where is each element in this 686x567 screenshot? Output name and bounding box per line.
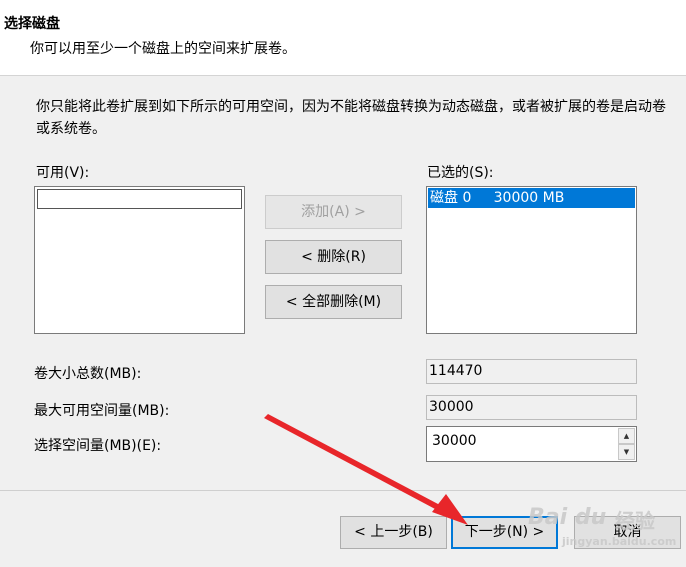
select-space-value[interactable]: 30000 (432, 433, 477, 449)
back-button[interactable]: < 上一步(B) (340, 516, 447, 549)
total-size-field: 114470 (426, 359, 637, 384)
available-listbox[interactable] (34, 186, 245, 334)
available-label: 可用(V): (36, 165, 90, 181)
max-space-field: 30000 (426, 395, 637, 420)
wizard-header: 选择磁盘 你可以用至少一个磁盘上的空间来扩展卷。 (0, 0, 686, 76)
total-size-label: 卷大小总数(MB): (34, 366, 142, 382)
disk-size: 30000 MB (493, 190, 565, 206)
watermark-text: 经验 (615, 509, 655, 533)
selected-label: 已选的(S): (427, 165, 494, 181)
selected-disk-item[interactable]: 磁盘 0 30000 MB (428, 188, 635, 208)
page-title: 选择磁盘 (4, 16, 60, 32)
spin-down-icon[interactable]: ▼ (618, 444, 635, 460)
selected-listbox[interactable]: 磁盘 0 30000 MB (426, 186, 637, 334)
remove-button[interactable]: < 删除(R) (265, 240, 402, 274)
select-space-spinbox[interactable]: 30000 ▲ ▼ (426, 426, 637, 462)
add-button[interactable]: 添加(A) > (265, 195, 402, 229)
watermark: Bai du 经验 jingyan.baidu.com (520, 505, 685, 560)
select-space-label: 选择空间量(MB)(E): (34, 438, 162, 454)
watermark-url: jingyan.baidu.com (562, 535, 677, 548)
watermark-logo: Bai du (528, 505, 607, 530)
spin-up-icon[interactable]: ▲ (618, 428, 635, 444)
description-text: 你只能将此卷扩展到如下所示的可用空间，因为不能将磁盘转换为动态磁盘，或者被扩展的… (36, 99, 666, 137)
available-list-item[interactable] (37, 189, 242, 209)
remove-all-button[interactable]: < 全部删除(M) (265, 285, 402, 319)
disk-name: 磁盘 0 (430, 190, 472, 206)
max-space-label: 最大可用空间量(MB): (34, 403, 170, 419)
page-subtitle: 你可以用至少一个磁盘上的空间来扩展卷。 (30, 41, 296, 57)
